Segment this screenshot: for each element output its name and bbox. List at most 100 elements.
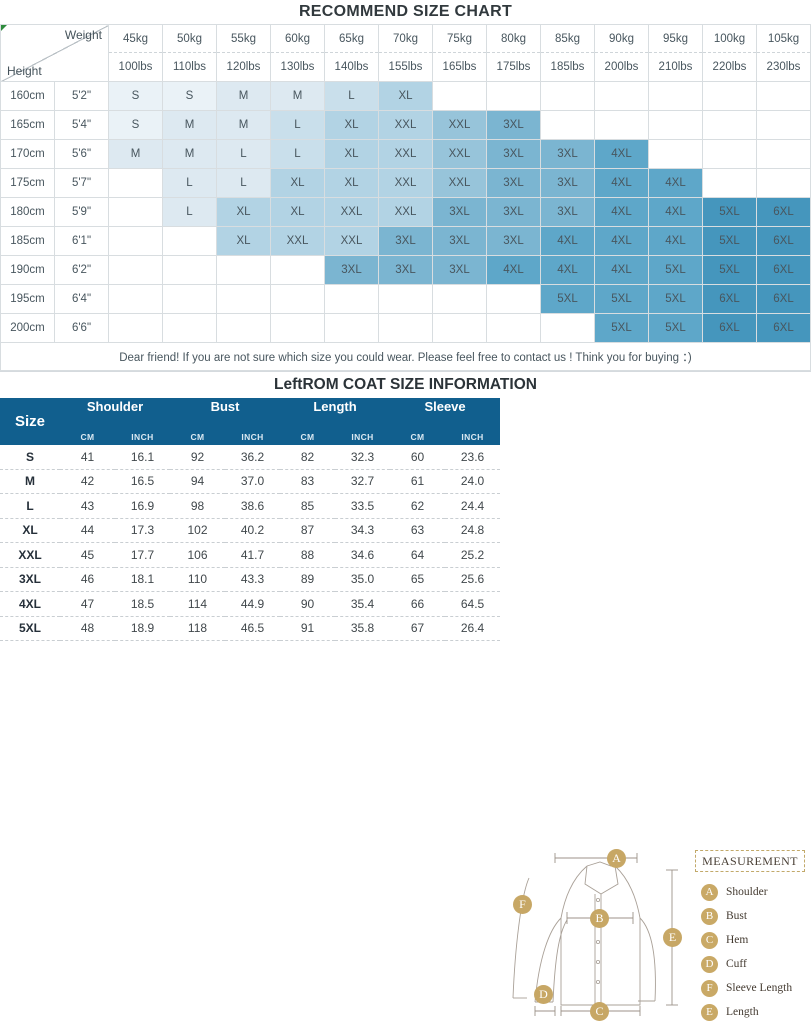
- size-cell: XXL: [378, 168, 433, 198]
- coat-unit-header: INCH: [241, 432, 264, 442]
- coat-measure-cell: 85: [280, 493, 336, 519]
- coat-measure-cell: 83: [280, 469, 336, 494]
- coat-measure-cell: 47: [60, 591, 115, 617]
- weight-lbs-header: 110lbs: [162, 52, 217, 82]
- weight-kg-header: 60kg: [270, 24, 325, 53]
- coat-measure-cell: 36.2: [225, 445, 281, 470]
- size-cell: 3XL: [324, 255, 379, 285]
- legend-item: B Bust: [701, 904, 811, 928]
- weight-kg-header: 75kg: [432, 24, 487, 53]
- legend-label: Bust: [726, 910, 748, 922]
- size-cell: [756, 81, 811, 111]
- size-cell: [486, 284, 541, 314]
- size-cell: 6XL: [702, 284, 757, 314]
- size-cell: M: [216, 110, 271, 140]
- size-cell: 3XL: [540, 139, 595, 169]
- weight-lbs-header: 140lbs: [324, 52, 379, 82]
- coat-measure-cell: 17.7: [115, 542, 170, 568]
- size-cell: 3XL: [432, 255, 487, 285]
- size-cell: XL: [216, 226, 271, 256]
- height-cm-cell: 200cm: [0, 313, 55, 343]
- coat-measure-cell: 88: [280, 542, 336, 568]
- size-cell: L: [270, 139, 325, 169]
- size-cell: [108, 168, 163, 198]
- size-cell: [756, 139, 811, 169]
- size-cell: XL: [324, 139, 379, 169]
- coat-section: Size Shoulder Bust Length Sleeve CM INCH CM INCH…: [0, 398, 811, 1021]
- corner-marker-icon: [1, 25, 7, 31]
- size-cell: [270, 313, 325, 343]
- legend-item: C Hem: [701, 928, 811, 952]
- size-cell: 4XL: [594, 197, 649, 227]
- size-cell: 5XL: [702, 255, 757, 285]
- size-cell: 4XL: [540, 226, 595, 256]
- coat-measure-cell: 32.3: [335, 445, 391, 470]
- size-cell: 6XL: [756, 197, 811, 227]
- legend-label: Hem: [726, 934, 749, 946]
- coat-measure-cell: 24.0: [445, 469, 501, 494]
- size-cell: L: [216, 168, 271, 198]
- coat-measure-cell: 23.6: [445, 445, 501, 470]
- size-cell: 4XL: [594, 168, 649, 198]
- size-cell: 6XL: [702, 313, 757, 343]
- coat-unit-header: CM: [80, 432, 95, 442]
- coat-measure-cell: 25.6: [445, 567, 501, 592]
- size-cell: [702, 168, 757, 198]
- size-cell: [702, 81, 757, 111]
- table-row: XXL 45 17.7 106 41.7 88 34.6 64 25.2: [0, 542, 501, 568]
- coat-measure-cell: 18.9: [115, 616, 170, 641]
- height-inch-cell: 6'2": [54, 255, 109, 285]
- size-cell: [540, 110, 595, 140]
- size-cell: [648, 139, 703, 169]
- size-cell: [270, 255, 325, 285]
- weight-kg-header: 100kg: [702, 24, 757, 53]
- coat-measure-cell: 35.8: [335, 616, 391, 641]
- coat-group-header: Length: [313, 399, 357, 414]
- size-cell: [108, 313, 163, 343]
- size-cell: M: [216, 81, 271, 111]
- coat-measure-cell: 48: [60, 616, 115, 641]
- height-cm-cell: 190cm: [0, 255, 55, 285]
- size-cell: L: [324, 81, 379, 111]
- height-inch-cell: 6'1": [54, 226, 109, 256]
- table-row: 190cm 6'2" 3XL 3XL 3XL 4XL 4XL 4XL 5XL 5XL 6XL: [0, 255, 811, 285]
- table-row: 3XL 46 18.1 110 43.3 89 35.0 65 25.6: [0, 567, 501, 592]
- table-row: 185cm 6'1" XL XXL XXL 3XL 3XL 3XL 4XL 4XL 4XL 5XL 6X…: [0, 226, 811, 256]
- size-cell: 4XL: [648, 197, 703, 227]
- table-row: 175cm 5'7" L L XL XL XXL XXL 3XL 3XL 4XL 4XL: [0, 168, 811, 198]
- size-cell: [216, 255, 271, 285]
- size-cell: 4XL: [594, 255, 649, 285]
- coat-measure-cell: 62: [390, 493, 446, 519]
- coat-unit-header: CM: [410, 432, 425, 442]
- coat-measure-cell: 43.3: [225, 567, 281, 592]
- coat-size-cell: 5XL: [0, 616, 60, 641]
- size-cell: XXL: [270, 226, 325, 256]
- coat-measure-cell: 24.8: [445, 518, 501, 543]
- size-cell: 3XL: [486, 168, 541, 198]
- size-cell: [702, 110, 757, 140]
- table-row: 160cm 5'2" S S M M L XL: [0, 81, 811, 111]
- size-cell: [108, 197, 163, 227]
- weight-lbs-header: 130lbs: [270, 52, 325, 82]
- coat-measure-cell: 45: [60, 542, 115, 568]
- legend-item: E Length: [701, 1000, 811, 1024]
- coat-measure-cell: 44.9: [225, 591, 281, 617]
- coat-group-header: Bust: [210, 399, 240, 414]
- size-cell: XL: [216, 197, 271, 227]
- size-cell: XL: [378, 81, 433, 111]
- coat-measure-cell: 65: [390, 567, 446, 592]
- weight-lbs-header: 230lbs: [756, 52, 811, 82]
- coat-measure-cell: 17.3: [115, 518, 170, 543]
- size-cell: L: [270, 110, 325, 140]
- weight-lbs-header: 220lbs: [702, 52, 757, 82]
- coat-measure-cell: 32.7: [335, 469, 391, 494]
- coat-measure-cell: 64: [390, 542, 446, 568]
- legend-label: Length: [726, 1006, 759, 1018]
- coat-unit-header: INCH: [461, 432, 484, 442]
- measurement-legend-list: A Shoulder B Bust C Hem D Cuff F Sleeve Length E Le…: [701, 880, 811, 1024]
- size-cell: [216, 313, 271, 343]
- size-cell: 5XL: [648, 255, 703, 285]
- coat-measure-cell: 33.5: [335, 493, 391, 519]
- height-inch-cell: 5'4": [54, 110, 109, 140]
- legend-label: Cuff: [726, 958, 747, 970]
